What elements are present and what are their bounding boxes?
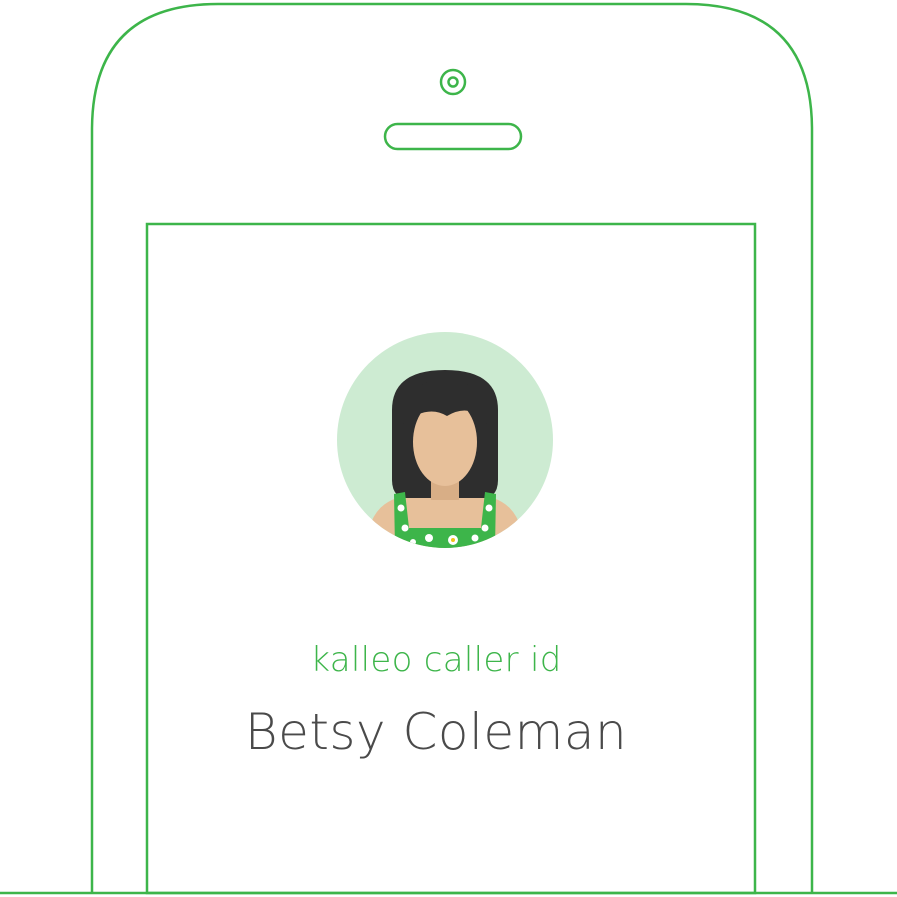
caller-name: Betsy Coleman: [244, 703, 628, 761]
woman-avatar-icon: [337, 332, 553, 548]
front-camera-icon: [439, 68, 467, 96]
earpiece-speaker-icon: [383, 122, 523, 151]
caller-id-brand-label: kalleo caller id: [310, 640, 562, 680]
phone-screen: [145, 222, 757, 895]
